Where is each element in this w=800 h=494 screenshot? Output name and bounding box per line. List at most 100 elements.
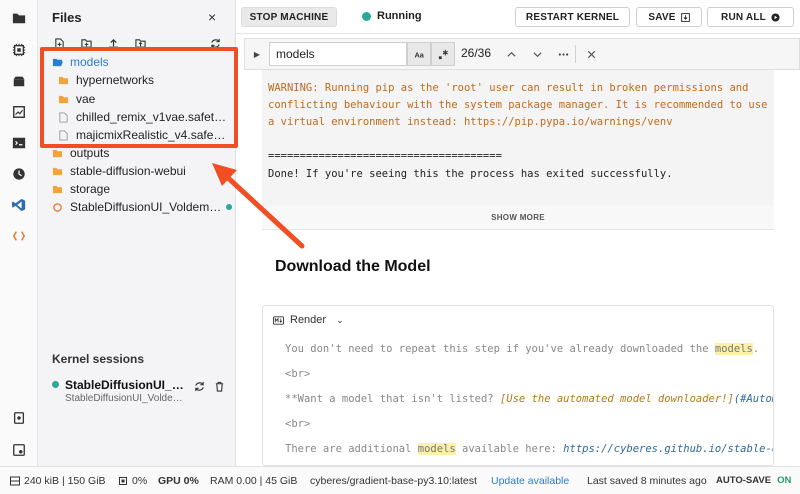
- cpu-usage: 0%: [118, 475, 147, 487]
- output-line: Done! If you're seeing this the process …: [268, 168, 673, 180]
- annotation-highlight-box: [40, 47, 238, 148]
- update-available-link[interactable]: Update available: [491, 475, 569, 487]
- docs-icon[interactable]: [9, 408, 29, 428]
- markdown-icon: [273, 315, 284, 325]
- search-input[interactable]: [269, 42, 407, 66]
- container-image: cyberes/gradient-base-py3.10:latest: [310, 475, 477, 487]
- tree-item-notebook[interactable]: StableDiffusionUI_Voldemort: [52, 197, 232, 217]
- code-icon[interactable]: [9, 226, 29, 246]
- md-text: .: [752, 343, 760, 355]
- save-label: SAVE: [648, 11, 676, 23]
- autosave-label: AUTO-SAVE: [716, 475, 772, 486]
- render-dropdown[interactable]: Render ⌄: [273, 312, 344, 328]
- autosave-toggle[interactable]: AUTO-SAVE ON: [716, 475, 791, 486]
- markdown-line: **Want a model that isn't listed? [Use t…: [285, 393, 774, 405]
- files-title: Files: [52, 10, 82, 25]
- md-text: **Want a model that isn't listed?: [285, 393, 500, 405]
- chart-icon[interactable]: [9, 102, 29, 122]
- folder-icon[interactable]: [9, 8, 29, 28]
- chevron-down-icon: ⌄: [336, 314, 344, 325]
- search-separator: [575, 45, 576, 63]
- close-icon[interactable]: [579, 42, 603, 66]
- markdown-line: <br>: [285, 368, 311, 380]
- output-line: =====================================: [268, 150, 502, 162]
- save-icon: [680, 12, 690, 22]
- folder-icon: [52, 183, 64, 195]
- play-circle-icon: [771, 12, 780, 22]
- storage-usage: 240 kiB | 150 GiB: [10, 475, 106, 487]
- notebook-toolbar: STOP MACHINE Running RESTART KERNEL SAVE…: [236, 0, 800, 34]
- tree-item-stable-diffusion-webui[interactable]: stable-diffusion-webui: [52, 161, 186, 181]
- folder-icon: [52, 165, 64, 177]
- cell-output: WARNING: Running pip as the 'root' user …: [262, 70, 774, 206]
- find-bar: ▶ Aa 26/36: [244, 38, 800, 70]
- match-count: 26/36: [461, 46, 492, 60]
- vscode-icon[interactable]: [9, 195, 29, 215]
- kernel-status-dot: [52, 381, 59, 388]
- notebook-app: Files × models hypernetworks vae chilled…: [0, 0, 800, 494]
- tree-label: StableDiffusionUI_Voldemort: [70, 200, 222, 214]
- more-options-icon[interactable]: [551, 42, 575, 66]
- svg-text:Aa: Aa: [414, 50, 424, 59]
- markdown-line: There are additional models available he…: [285, 443, 773, 455]
- last-saved: Last saved 8 minutes ago: [587, 475, 707, 487]
- restart-kernel-icon[interactable]: [192, 379, 206, 393]
- save-button[interactable]: SAVE: [636, 7, 702, 27]
- next-match-icon[interactable]: [525, 42, 549, 66]
- match-case-icon[interactable]: Aa: [407, 42, 431, 66]
- cpu-icon[interactable]: [9, 40, 29, 60]
- tree-label: outputs: [70, 146, 110, 160]
- section-heading: Download the Model: [275, 258, 431, 275]
- markdown-line: You don't need to repeat this step if yo…: [285, 343, 759, 355]
- storage-value: 240 kiB | 150 GiB: [24, 475, 106, 487]
- kernel-name: StableDiffusionUI_Voldemort: [65, 378, 190, 392]
- run-all-label: RUN ALL: [721, 11, 766, 23]
- status-bar: 240 kiB | 150 GiB 0% GPU 0% RAM 0.00 | 4…: [0, 466, 800, 494]
- kernel-session[interactable]: StableDiffusionUI_Voldemort StableDiffus…: [52, 376, 232, 410]
- markdown-cell[interactable]: Render ⌄ You don't need to repeat this s…: [262, 305, 774, 466]
- tree-label: storage: [70, 182, 111, 196]
- trash-icon[interactable]: [212, 379, 226, 393]
- running-dot: [362, 11, 371, 21]
- expand-replace-icon[interactable]: ▶: [245, 39, 269, 69]
- tree-label: stable-diffusion-webui: [70, 164, 186, 178]
- output-line: conflicting behaviour with the system pa…: [268, 99, 768, 111]
- run-all-button[interactable]: RUN ALL: [707, 7, 794, 27]
- render-label: Render: [290, 314, 327, 326]
- cpu-icon: [119, 477, 127, 485]
- markdown-line: <br>: [285, 418, 311, 430]
- md-text: available here:: [455, 443, 564, 455]
- tree-item-storage[interactable]: storage: [52, 179, 110, 199]
- storage-icon: [10, 476, 20, 486]
- kernel-path: StableDiffusionUI_Voldemort.ipynb: [65, 393, 190, 404]
- ram-usage: RAM 0.00 | 45 GiB: [210, 475, 297, 487]
- restart-kernel-button[interactable]: RESTART KERNEL: [515, 7, 630, 27]
- package-icon[interactable]: [9, 71, 29, 91]
- md-link-target: (#Automatic-Model-Downloader): [733, 393, 774, 405]
- activity-bar: [0, 0, 38, 466]
- md-text: There are additional: [285, 443, 418, 455]
- terminal-icon[interactable]: [9, 133, 29, 153]
- clock-icon[interactable]: [9, 164, 29, 184]
- kernel-sessions-title: Kernel sessions: [52, 352, 145, 366]
- machine-status: Running: [362, 10, 422, 22]
- settings-file-icon[interactable]: [9, 440, 29, 460]
- image-value: cyberes/gradient-base-py3.10:latest: [310, 475, 477, 487]
- close-icon[interactable]: ×: [208, 9, 216, 25]
- autosave-value: ON: [777, 475, 792, 486]
- notebook-icon: [52, 201, 64, 213]
- stop-machine-button[interactable]: STOP MACHINE: [241, 7, 337, 27]
- md-url: https://cyberes.github.io/stable-diffusi…: [563, 443, 773, 455]
- previous-match-icon[interactable]: [499, 42, 523, 66]
- search-highlight: models: [417, 443, 456, 455]
- running-indicator: [226, 204, 232, 210]
- status-label: Running: [377, 10, 422, 22]
- output-line: a virtual environment instead: https://p…: [268, 116, 673, 128]
- regex-icon[interactable]: [431, 42, 455, 66]
- cpu-value: 0%: [132, 475, 148, 487]
- ram-value: RAM 0.00 | 45 GiB: [210, 475, 298, 487]
- gpu-value: GPU 0%: [158, 475, 199, 487]
- output-line: WARNING: Running pip as the 'root' user …: [268, 82, 749, 94]
- search-highlight: models: [714, 343, 753, 355]
- show-more-button[interactable]: SHOW MORE: [262, 206, 774, 230]
